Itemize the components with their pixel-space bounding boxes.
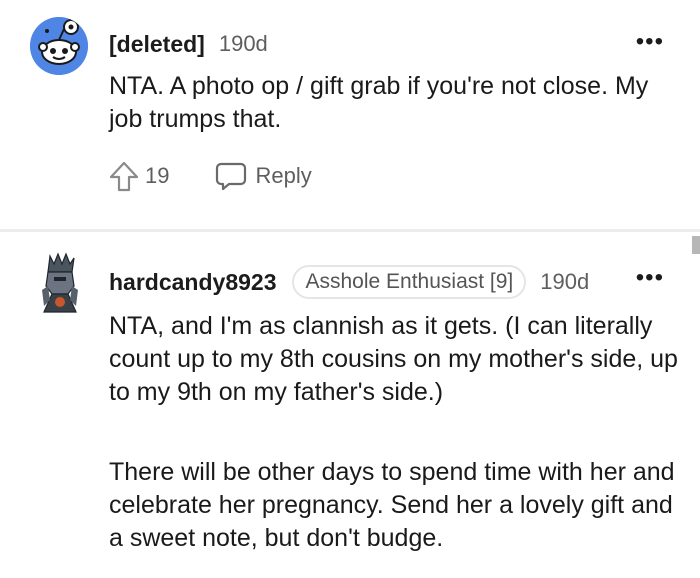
comment-age: 190d xyxy=(218,31,268,56)
knight-avatar-icon[interactable] xyxy=(36,250,84,314)
upvote-button[interactable]: 19 xyxy=(109,160,169,192)
comment-meta: hardcandy8923 Asshole Enthusiast [9] 190… xyxy=(109,264,589,300)
comment-deleted: [deleted] 190d ••• NTA. A photo op / gif… xyxy=(0,0,700,230)
comment-actions: 19 Reply xyxy=(109,158,312,194)
more-options-icon[interactable]: ••• xyxy=(636,30,664,54)
comment-body: NTA. A photo op / gift grab if you're no… xyxy=(109,72,649,133)
comment-thread: [deleted] 190d ••• NTA. A photo op / gif… xyxy=(0,0,700,578)
comment-meta: [deleted] 190d xyxy=(109,29,268,59)
comment-paragraph: NTA, and I'm as clannish as it gets. (I … xyxy=(109,312,678,406)
more-options-icon[interactable]: ••• xyxy=(636,266,664,290)
author-name[interactable]: [deleted] xyxy=(109,31,205,58)
reply-button[interactable]: Reply xyxy=(215,161,312,191)
upvote-arrow-icon[interactable] xyxy=(109,160,139,192)
speech-bubble-icon xyxy=(215,161,247,191)
reply-label: Reply xyxy=(255,163,312,188)
author-name[interactable]: hardcandy8923 xyxy=(109,269,276,296)
comment-age: 190d xyxy=(540,269,590,294)
user-flair-badge: Asshole Enthusiast [9] xyxy=(292,265,527,299)
upvote-count: 19 xyxy=(145,163,170,188)
snoo-avatar-icon[interactable] xyxy=(30,17,88,75)
comment-paragraph: There will be other days to spend time w… xyxy=(109,458,675,552)
